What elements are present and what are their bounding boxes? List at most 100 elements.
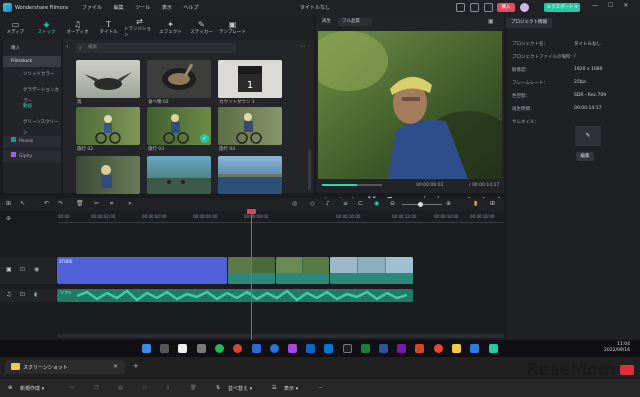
sidebar-item-purchased[interactable]: 購入 [3, 43, 61, 54]
split-icon[interactable]: ✂ [94, 200, 99, 207]
select-icon[interactable]: ↖ [20, 200, 25, 207]
magnet-icon[interactable]: ◉ [374, 200, 379, 207]
media-thumb-sea[interactable] [218, 156, 282, 194]
sidebar-item-gradient[interactable]: グラデーションカラー [3, 85, 61, 104]
playhead[interactable] [251, 212, 252, 340]
undo-icon[interactable]: ↶ [44, 200, 49, 207]
crop-icon[interactable]: ⌗ [110, 200, 113, 208]
powerpoint-icon[interactable] [415, 344, 424, 353]
media-thumb-countdown[interactable]: 1 [218, 60, 282, 98]
add-track-icon[interactable]: ⊕ [6, 215, 11, 222]
word-icon[interactable] [379, 344, 388, 353]
delete-icon[interactable]: 🗑 [190, 385, 196, 391]
lock-icon[interactable]: ⊡ [20, 291, 25, 298]
widgets-icon[interactable] [178, 344, 187, 353]
sort-button[interactable]: 並べ替え ▾ [228, 385, 252, 392]
buy-button[interactable]: 購入 [497, 3, 515, 12]
new-button[interactable]: 新規作成 ▾ [20, 385, 44, 392]
cloud-icon[interactable] [470, 3, 479, 12]
menu-edit[interactable]: 編集 [114, 5, 124, 11]
menu-file[interactable]: ファイル [82, 5, 102, 11]
grid-icon[interactable]: ⊞ [6, 200, 11, 207]
layout-icon[interactable] [456, 3, 465, 12]
shield-icon[interactable]: ◇ [310, 200, 315, 207]
preview-progress[interactable] [322, 184, 382, 186]
chrome-icon[interactable] [233, 344, 242, 353]
lock-icon[interactable]: ⊡ [20, 266, 25, 273]
tab-template[interactable]: ▣ テンプレート [217, 15, 248, 40]
grid-view-icon[interactable]: ⊞ [490, 200, 495, 207]
mic-icon[interactable]: ♪ [326, 200, 330, 207]
media-thumb-cyclist[interactable] [76, 156, 140, 194]
app-icon[interactable] [434, 344, 443, 353]
video-clip[interactable] [276, 257, 329, 284]
filmora-icon[interactable] [489, 344, 498, 353]
video-clip[interactable] [330, 257, 413, 284]
meter-icon[interactable]: ▮ [474, 200, 477, 207]
media-thumb-travel-02[interactable] [76, 107, 140, 145]
timeline-ruler[interactable]: 00:00 00:00:02:00 00:00:04:00 00:00:06:0… [58, 212, 504, 225]
outlook-icon[interactable] [324, 344, 333, 353]
media-thumb-travel-03[interactable]: ✓ [147, 107, 211, 145]
mail-icon[interactable] [306, 344, 315, 353]
media-thumb-food[interactable] [147, 60, 211, 98]
video-preview[interactable] [318, 31, 502, 179]
avatar[interactable] [520, 3, 529, 12]
explorer-tab[interactable]: スクリーンショット ✕ [5, 360, 125, 374]
close-icon[interactable]: ✕ [623, 2, 628, 9]
menu-help[interactable]: ヘルプ [183, 5, 198, 11]
snapshot-icon[interactable]: ▣ [488, 18, 494, 25]
layers-icon[interactable]: ≡ [343, 200, 348, 207]
minimize-icon[interactable]: — [592, 2, 598, 9]
title-clip[interactable]: STORE [57, 257, 227, 284]
copy-icon[interactable]: ❐ [94, 385, 98, 391]
clock[interactable]: 11:04 2022/09/16 [604, 342, 630, 354]
sidebar-item-giphy[interactable]: Giphy [3, 151, 61, 162]
more-tools-icon[interactable]: » [128, 200, 132, 207]
search-icon[interactable] [160, 344, 169, 353]
messenger-icon[interactable] [288, 344, 297, 353]
settings-icon[interactable] [197, 344, 206, 353]
delete-icon[interactable]: 🗑 [76, 200, 84, 207]
redo-icon[interactable]: ↷ [58, 200, 63, 207]
new-icon[interactable]: ⊕ [8, 385, 12, 391]
tab-transition[interactable]: ⇄ トランジション [124, 15, 155, 40]
zoom-out-icon[interactable]: ⊖ [390, 200, 395, 207]
zoom-app-icon[interactable] [252, 344, 261, 353]
media-thumb-travel-04[interactable] [218, 107, 282, 145]
more-icon[interactable]: ⋯ [299, 43, 305, 50]
cut-icon[interactable]: ✂ [70, 385, 74, 391]
screen-icon[interactable] [484, 3, 493, 12]
rename-icon[interactable]: ▭ [142, 385, 147, 391]
new-tab-icon[interactable]: + [133, 362, 139, 370]
sidebar-item-filmstock[interactable]: Filmstock [3, 56, 61, 67]
share-icon[interactable]: ⇪ [166, 385, 170, 391]
edge-icon[interactable] [270, 344, 279, 353]
explorer-icon[interactable] [452, 344, 461, 353]
tab-sticker[interactable]: ✎ ステッカー [186, 15, 217, 40]
tab-audio[interactable]: ♫ オーディオ [62, 15, 93, 40]
audio-clip[interactable]: ソフト [57, 289, 413, 302]
spotify-icon[interactable] [215, 344, 224, 353]
scrollbar[interactable] [308, 150, 311, 190]
sidebar-item-solid-color[interactable]: ソリッドカラー [3, 69, 61, 80]
menu-view[interactable]: 表示 [162, 5, 172, 11]
edit-button[interactable]: 編集 [576, 152, 594, 161]
paste-icon[interactable]: ▤ [118, 385, 123, 391]
media-thumb-bird[interactable] [76, 60, 140, 98]
search-input[interactable]: 検索 [76, 43, 236, 53]
tab-title[interactable]: T タイトル [93, 15, 124, 40]
maximize-icon[interactable]: ☐ [608, 2, 613, 9]
zoom-handle[interactable] [418, 202, 423, 207]
menu-tools[interactable]: ツール [135, 5, 150, 11]
tab-project-info[interactable]: プロジェクト情報 [506, 18, 552, 28]
zoom-in-icon[interactable]: ⊕ [446, 200, 451, 207]
thumbnail-edit-icon[interactable]: ✎ [575, 126, 601, 146]
start-icon[interactable] [142, 344, 151, 353]
app-icon[interactable] [343, 344, 352, 353]
sidebar-item-video[interactable]: 動画 [3, 101, 61, 112]
export-button[interactable]: エクスポート ▾ [544, 3, 580, 12]
tab-effect[interactable]: ✦ エフェクト [155, 15, 186, 40]
close-tab-icon[interactable]: ✕ [113, 363, 118, 370]
volume-icon[interactable]: ◖ [34, 291, 37, 298]
